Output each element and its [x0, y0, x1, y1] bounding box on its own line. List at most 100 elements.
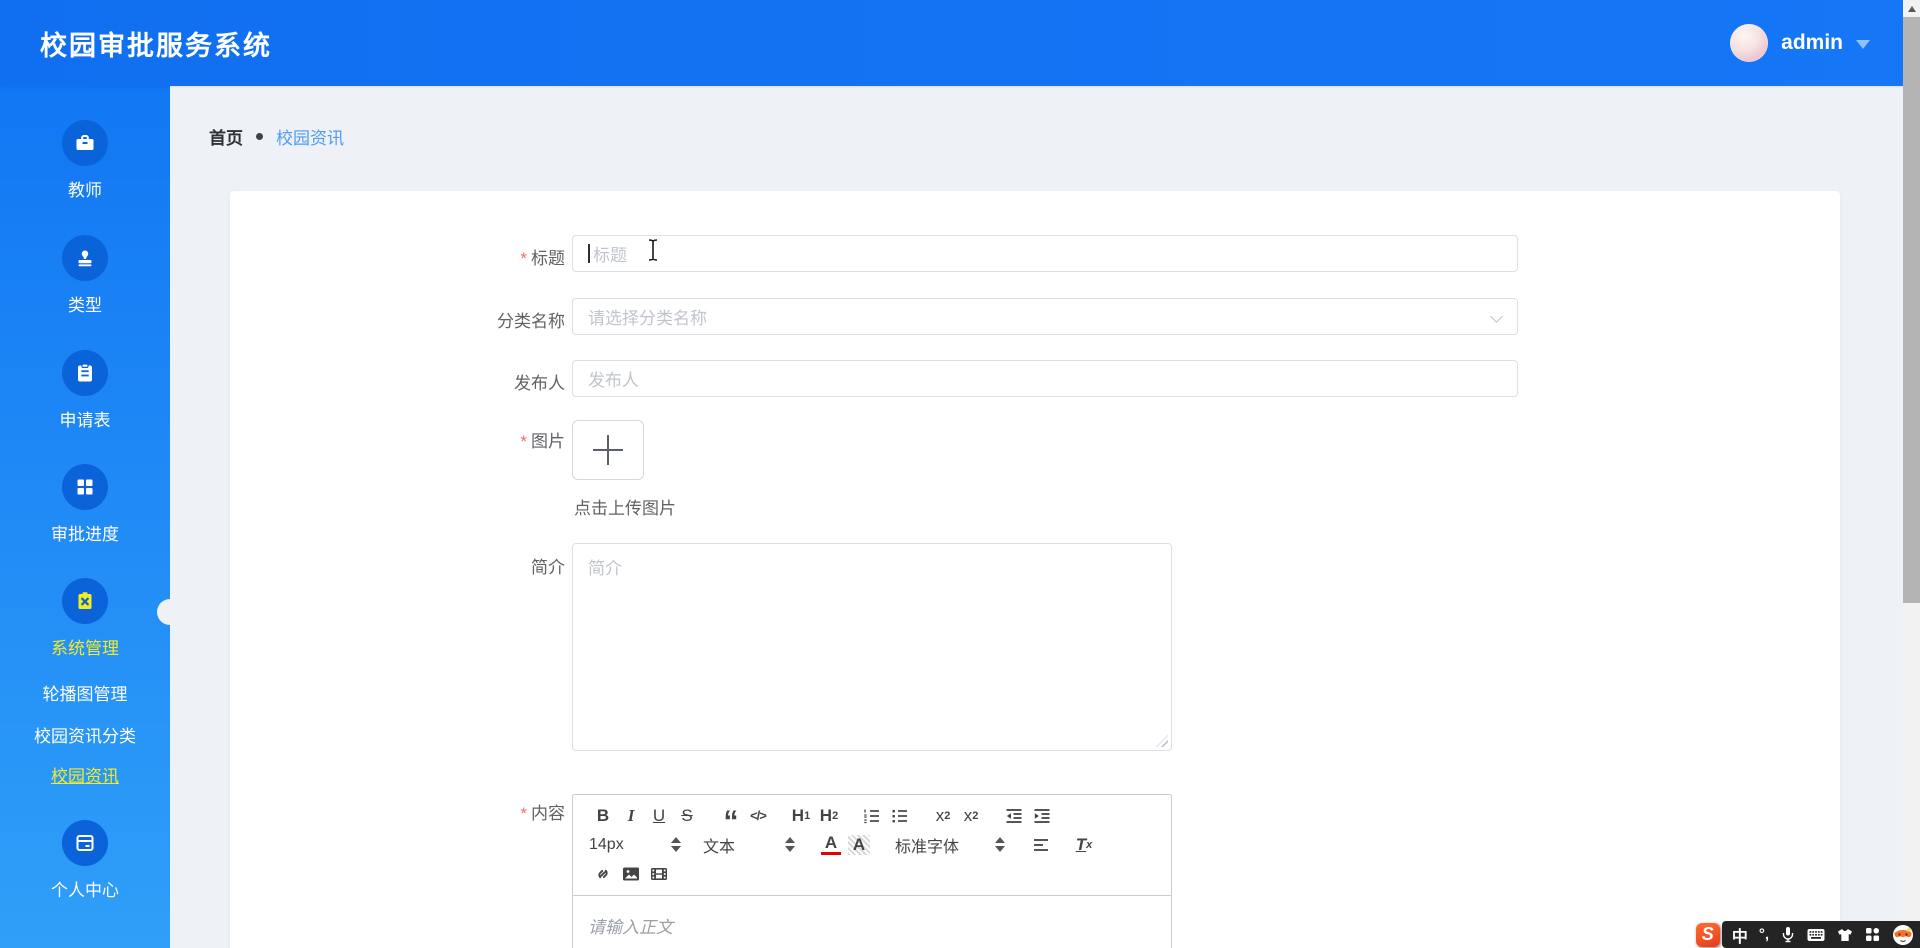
strikethrough-button[interactable]: S [673, 804, 701, 828]
sidebar-item-label: 个人中心 [51, 881, 119, 900]
sidebar-subitem-news[interactable]: 校园资讯 [0, 762, 170, 787]
rich-text-editor: B I U S “ </> H1 H2 x 2 x 2 14px 文本 A A … [572, 794, 1172, 948]
required-mark: * [520, 249, 527, 268]
updown-arrows-icon [785, 837, 795, 852]
required-mark: * [520, 804, 527, 823]
sidebar-item-teacher[interactable]: 教师 [0, 120, 170, 201]
app-title: 校园审批服务系统 [40, 30, 272, 61]
sogou-logo-icon[interactable]: S [1695, 922, 1720, 947]
video-icon [651, 867, 667, 880]
system-clipboard-icon [62, 578, 108, 624]
indent-button[interactable] [1028, 804, 1056, 828]
font-size-select[interactable]: 14px [589, 833, 681, 857]
bullet-list-button[interactable] [886, 804, 914, 828]
sidebar-item-profile[interactable]: 个人中心 [0, 820, 170, 901]
clipboard-icon [62, 350, 108, 396]
subscript-button[interactable]: x2 [929, 804, 957, 828]
intro-textarea[interactable]: 简介 [572, 543, 1172, 751]
bold-button[interactable]: B [589, 804, 617, 828]
text-color-button[interactable]: A [817, 833, 845, 857]
sidebar-item-label: 系统管理 [51, 639, 119, 658]
background-color-button[interactable]: A [845, 833, 873, 857]
microphone-icon[interactable] [1780, 926, 1796, 943]
breadcrumb-home[interactable]: 首页 [209, 124, 243, 149]
sidebar-item-type[interactable]: 类型 [0, 235, 170, 316]
link-button[interactable] [589, 862, 617, 886]
breadcrumb-dot [256, 133, 263, 140]
italic-button[interactable]: I [617, 804, 645, 828]
grid-icon [62, 464, 108, 510]
heading2-button[interactable]: H2 [815, 804, 843, 828]
editor-placeholder: 请输入正文 [588, 918, 673, 937]
heading1-button[interactable]: H1 [787, 804, 815, 828]
video-button[interactable] [645, 862, 673, 886]
scrollbar [1903, 0, 1920, 948]
font-family-select[interactable]: 标准字体 [895, 833, 1005, 857]
form-card: *标题 标题 分类名称 请选择分类名称 发布人 发布人 *图片 点击上传图片 [230, 191, 1840, 948]
chevron-down-icon [1856, 40, 1870, 49]
align-left-icon [1034, 838, 1048, 851]
ordered-list-icon [864, 809, 879, 823]
category-placeholder: 请选择分类名称 [588, 309, 707, 328]
ime-lang-indicator[interactable]: 中 [1732, 923, 1748, 947]
align-button[interactable] [1027, 833, 1055, 857]
profile-card-icon [62, 820, 108, 866]
scrollbar-thumb[interactable] [1903, 17, 1920, 603]
editor-content-area[interactable]: 请输入正文 [573, 896, 1171, 948]
text-caret [588, 244, 590, 263]
sidebar-item-label: 申请表 [59, 411, 111, 430]
ordered-list-button[interactable] [858, 804, 886, 828]
title-input[interactable]: 标题 [572, 235, 1518, 272]
sidebar-item-application[interactable]: 申请表 [0, 350, 170, 431]
publisher-input[interactable]: 发布人 [572, 360, 1518, 397]
intro-placeholder: 简介 [588, 559, 622, 578]
category-label: 分类名称 [497, 312, 565, 331]
sidebar-item-system[interactable]: 系统管理 [0, 578, 170, 659]
plus-icon [593, 435, 623, 465]
sidebar-subitem-news-category[interactable]: 校园资讯分类 [0, 722, 170, 747]
underline-button[interactable]: U [645, 804, 673, 828]
image-upload-button[interactable] [572, 420, 644, 480]
sidebar-item-progress[interactable]: 审批进度 [0, 464, 170, 545]
app-header: 校园审批服务系统 admin [0, 0, 1920, 86]
outdent-icon [1006, 808, 1022, 823]
updown-arrows-icon [671, 837, 681, 852]
main-content: 首页 校园资讯 * 标题 标题 分类名称 请选择分类名称 发布人 发布人 * 图片 [170, 86, 1920, 948]
editor-toolbar: B I U S “ </> H1 H2 x 2 x 2 14px 文本 A A … [573, 795, 1171, 896]
category-select[interactable]: 请选择分类名称 [572, 298, 1518, 335]
user-menu[interactable]: admin [1730, 0, 1870, 86]
breadcrumb: 首页 校园资讯 [209, 124, 344, 149]
outdent-button[interactable] [1000, 804, 1028, 828]
superscript-button[interactable]: x2 [957, 804, 985, 828]
stamp-icon [62, 235, 108, 281]
image-icon [623, 867, 639, 880]
indent-icon [1034, 808, 1050, 823]
scroll-up-arrow[interactable] [1903, 0, 1920, 17]
active-item-notch [157, 599, 183, 625]
sidebar-subitem-carousel[interactable]: 轮播图管理 [0, 680, 170, 705]
title-placeholder: 标题 [593, 246, 627, 265]
content-label: * 内容 [520, 804, 565, 823]
username: admin [1781, 31, 1843, 54]
ime-toolbar: S 中 °, [1695, 921, 1920, 948]
chevron-down-icon [1490, 310, 1503, 323]
breadcrumb-current[interactable]: 校园资讯 [276, 124, 344, 149]
toolbox-grid-icon[interactable] [1865, 927, 1880, 942]
publisher-placeholder: 发布人 [588, 371, 639, 390]
resize-handle[interactable] [1156, 735, 1168, 747]
code-block-button[interactable]: </> [744, 804, 772, 828]
required-mark: * [520, 432, 527, 451]
ime-punctuation-indicator[interactable]: °, [1759, 926, 1769, 943]
sogou-mascot-icon[interactable] [1891, 923, 1915, 947]
blockquote-button[interactable]: “ [716, 798, 744, 836]
text-type-select[interactable]: 文本 [703, 833, 795, 857]
link-icon [598, 869, 608, 878]
image-button[interactable] [617, 862, 645, 886]
skin-tshirt-icon[interactable] [1836, 927, 1854, 943]
image-label: * 图片 [520, 432, 565, 451]
avatar[interactable] [1730, 24, 1769, 62]
clear-format-button[interactable]: Tx [1070, 833, 1098, 857]
intro-label: 简介 [531, 558, 565, 577]
publisher-label: 发布人 [514, 374, 565, 393]
keyboard-icon[interactable] [1807, 928, 1825, 942]
